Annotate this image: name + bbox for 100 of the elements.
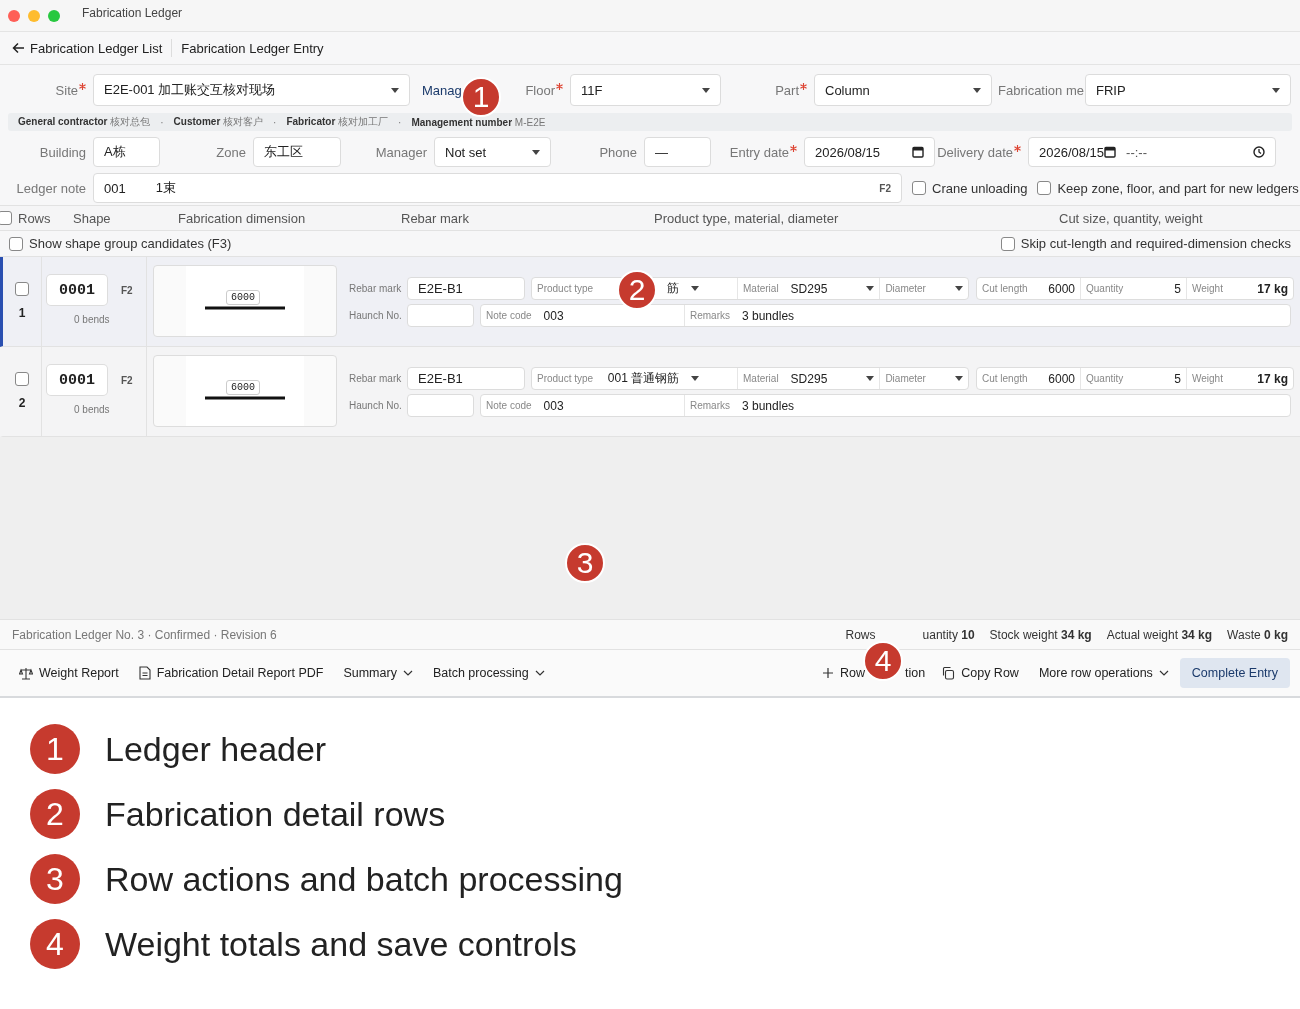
field-label: Part <box>721 82 814 98</box>
zone-field[interactable]: 东工区 <box>253 137 341 167</box>
calendar-icon <box>1104 146 1117 158</box>
legend-number: 2 <box>30 789 80 839</box>
part-select[interactable]: Column <box>814 74 992 106</box>
row-number: 1 <box>18 306 26 320</box>
option-checkbox[interactable]: Skip cut-length and required-dimension checks <box>1000 236 1291 251</box>
option-checkbox[interactable]: Crane unloading <box>912 180 1028 196</box>
party-info: Management number M-E2E <box>411 116 546 128</box>
back-arrow-icon <box>12 42 25 54</box>
window-title: Fabrication Ledger <box>82 5 183 20</box>
site-select[interactable]: E2E-001 加工账交互核对现场 <box>93 74 410 106</box>
separator-dot: · <box>160 116 164 128</box>
callout-marker: 1 <box>461 77 501 117</box>
field-label: Haunch No. <box>349 310 403 321</box>
method-select[interactable]: FRIP <box>1085 74 1291 106</box>
copy-icon <box>941 666 956 680</box>
building-field[interactable]: A栋 <box>93 137 160 167</box>
ledger-status: Fabrication Ledger No. 3 · Confirmed · Revision 6 <box>12 627 277 642</box>
dimension-label: 6000 <box>226 290 260 305</box>
party-info: General contractor 核对总包 <box>18 115 151 129</box>
party-info: Customer 核对客户 <box>173 115 264 129</box>
bend-count: 0 bends <box>74 404 110 415</box>
chevron-down-icon <box>1158 670 1169 676</box>
field-label: Entry date <box>711 144 804 160</box>
delivery-date-field[interactable]: 2026/08/15 --:-- <box>1028 137 1276 167</box>
legend-text: Row actions and batch processing <box>105 859 623 899</box>
separator-dot: · <box>273 116 277 128</box>
legend-number: 3 <box>30 854 80 904</box>
scale-icon <box>19 666 33 680</box>
field-label: Phone <box>598 144 638 160</box>
menu-button[interactable]: Batch processing <box>423 660 554 686</box>
floor-select[interactable]: 11F <box>570 74 721 106</box>
ledger-note-field[interactable]: 001 1束 F2 <box>93 173 902 203</box>
shape-code-field[interactable]: 0001 <box>47 365 107 395</box>
field-label: Rebar mark <box>349 283 403 294</box>
option-checkbox[interactable]: Keep zone, floor, and part for new ledgers <box>1037 180 1299 196</box>
field-label: Ledger note <box>15 180 87 196</box>
field-label: Floor <box>510 82 570 98</box>
column-header: Fabrication dimension <box>178 210 307 226</box>
row-number: 2 <box>18 396 26 410</box>
manage-link[interactable]: Manag <box>422 82 462 98</box>
total-stat: Rows <box>845 627 876 642</box>
field-label: Haunch No. <box>349 400 403 411</box>
field-label: Building <box>38 144 87 160</box>
menu-button[interactable]: More row operations <box>1029 660 1178 686</box>
field-label: Delivery date <box>935 144 1028 160</box>
field-label: Fabrication me <box>997 82 1085 98</box>
field-label: Rebar mark <box>349 373 403 384</box>
column-header: Product type, material, diameter <box>654 210 840 226</box>
party-info: Fabricator 核对加工厂 <box>286 115 389 129</box>
document-icon <box>138 666 151 680</box>
row-checkbox[interactable] <box>15 372 29 386</box>
maximize-dot[interactable] <box>48 9 60 22</box>
field-label: Site <box>0 82 93 98</box>
column-header: Rebar mark <box>401 210 470 226</box>
haunch-field[interactable] <box>407 394 474 417</box>
separator-dot: · <box>398 116 402 128</box>
manager-select[interactable]: Not set <box>434 137 551 167</box>
page-title: Fabrication Ledger Entry <box>181 40 324 56</box>
column-header: Shape <box>73 210 112 226</box>
legend-number: 4 <box>30 919 80 969</box>
rebar-mark-field[interactable]: E2E-B1 <box>407 367 525 390</box>
toolbar-button[interactable]: Complete Entry <box>1179 658 1290 688</box>
plus-icon <box>822 667 835 679</box>
select-all-checkbox[interactable]: Rows <box>0 210 73 226</box>
shortcut-hint: F2 <box>121 285 133 296</box>
shape-code-field[interactable]: 0001 <box>47 275 107 305</box>
row-checkbox[interactable] <box>15 282 29 296</box>
toolbar-button[interactable]: Copy Row <box>932 660 1028 686</box>
total-stat: uantity 10 <box>922 627 975 642</box>
bend-count: 0 bends <box>74 314 110 325</box>
shape-preview[interactable]: 6000 <box>153 265 337 337</box>
field-label: Manager <box>374 144 428 160</box>
chevron-down-icon <box>402 670 413 676</box>
phone-field[interactable]: — <box>644 137 711 167</box>
total-stat: Stock weight 34 kg <box>989 627 1092 642</box>
toolbar-button[interactable]: Fabrication Detail Report PDF <box>129 660 333 686</box>
option-checkbox[interactable]: Show shape group candidates (F3) <box>9 236 232 251</box>
field-label: Zone <box>215 144 247 160</box>
haunch-field[interactable] <box>407 304 474 327</box>
clock-icon <box>1253 146 1265 158</box>
calendar-icon <box>912 146 924 158</box>
entry-date-field[interactable]: 2026/08/15 <box>804 137 935 167</box>
shape-preview[interactable]: 6000 <box>153 355 337 427</box>
shortcut-hint: F2 <box>121 375 133 386</box>
total-stat: Waste 0 kg <box>1227 627 1288 642</box>
back-link[interactable]: Fabrication Ledger List <box>12 40 163 56</box>
column-header: Cut size, quantity, weight <box>1059 210 1203 226</box>
menu-button[interactable]: Summary <box>334 660 422 686</box>
chevron-down-icon <box>534 670 545 676</box>
dimension-label: 6000 <box>226 380 260 395</box>
legend-text: Fabrication detail rows <box>105 794 446 834</box>
toolbar-button[interactable]: Weight Report <box>10 660 128 686</box>
rebar-mark-field[interactable]: E2E-B1 <box>407 277 525 300</box>
legend-text: Ledger header <box>105 729 327 769</box>
legend-number: 1 <box>30 724 80 774</box>
minimize-dot[interactable] <box>28 9 40 22</box>
legend-text: Weight totals and save controls <box>105 924 577 964</box>
close-dot[interactable] <box>8 9 20 22</box>
